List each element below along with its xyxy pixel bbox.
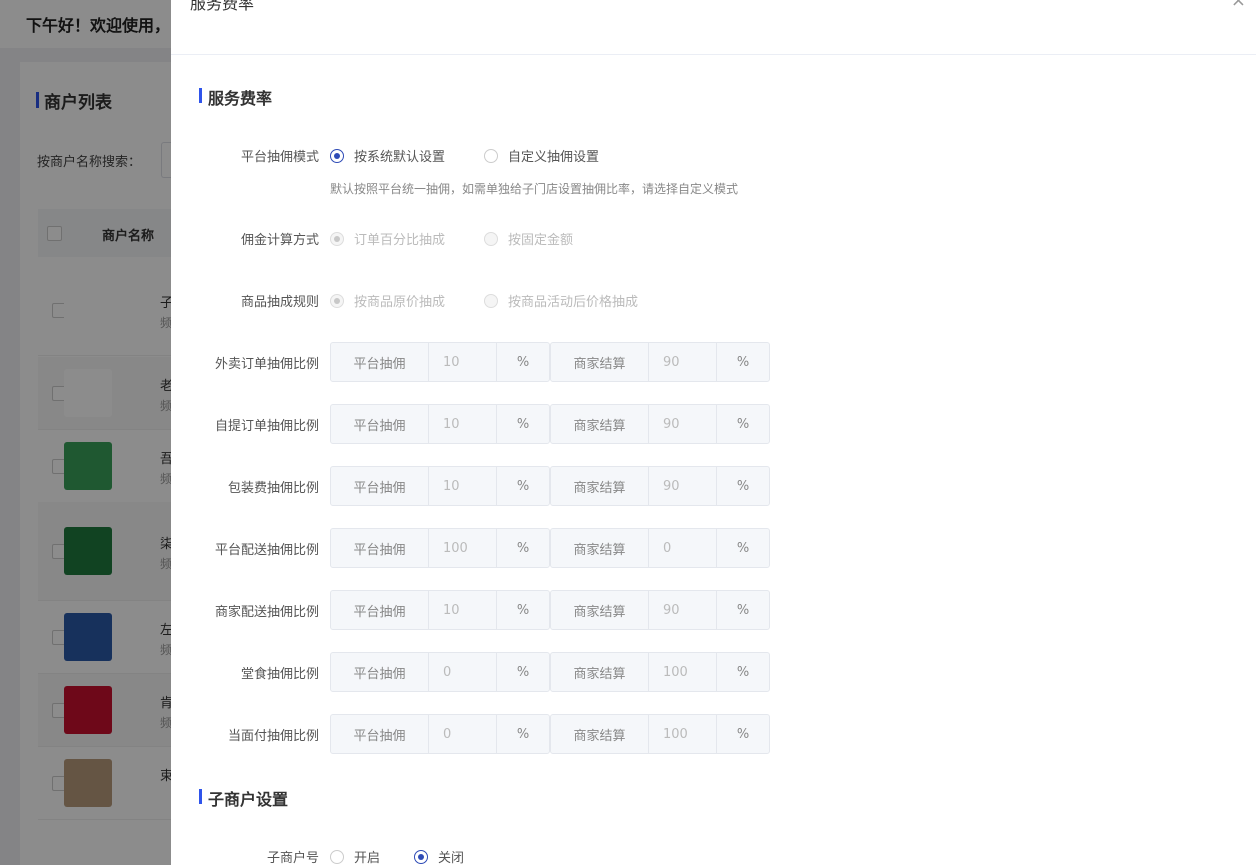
platform-rate-input-group: 平台抽佣 10% bbox=[330, 590, 550, 630]
section-title-service-rate: 服务费率 bbox=[198, 85, 272, 109]
merchant-rate-input[interactable]: 90 bbox=[649, 405, 717, 443]
percent-unit: % bbox=[736, 354, 750, 370]
close-icon[interactable]: × bbox=[1231, 0, 1246, 11]
rate-row-label: 自提订单抽佣比例 bbox=[214, 419, 319, 434]
merchant-label: 商家结算 bbox=[551, 715, 649, 753]
merchant-rate-input-group: 商家结算 100% bbox=[550, 714, 770, 754]
percent-unit: % bbox=[516, 540, 530, 556]
merchant-label: 商家结算 bbox=[551, 467, 649, 505]
platform-rate-input-group: 平台抽佣 10% bbox=[330, 404, 550, 444]
merchant-label: 商家结算 bbox=[551, 343, 649, 381]
percent-unit: % bbox=[516, 354, 530, 370]
percent-unit: % bbox=[516, 416, 530, 432]
rate-row-label: 当面付抽佣比例 bbox=[227, 729, 319, 744]
merchant-label: 商家结算 bbox=[551, 529, 649, 567]
merchant-label: 商家结算 bbox=[551, 591, 649, 629]
platform-label: 平台抽佣 bbox=[331, 591, 429, 629]
merchant-label: 商家结算 bbox=[551, 653, 649, 691]
platform-rate-input-group: 平台抽佣 100% bbox=[330, 528, 550, 568]
section-title-submerchant: 子商户设置 bbox=[198, 786, 288, 810]
merchant-rate-input[interactable]: 0 bbox=[649, 529, 717, 567]
platform-rate-input[interactable]: 0 bbox=[429, 653, 497, 691]
percent-unit: % bbox=[736, 540, 750, 556]
percent-unit: % bbox=[516, 726, 530, 742]
merchant-rate-input[interactable]: 100 bbox=[649, 653, 717, 691]
percent-unit: % bbox=[736, 478, 750, 494]
rate-row-label: 包装费抽佣比例 bbox=[227, 481, 319, 496]
submerchant-label: 子商户号 bbox=[266, 851, 319, 865]
radio-dot-icon bbox=[484, 293, 498, 308]
rule-radio-activity: 按商品活动后价格抽成 bbox=[484, 291, 638, 310]
submerchant-radio-on[interactable]: 开启 bbox=[330, 847, 380, 865]
merchant-rate-input-group: 商家结算 90% bbox=[550, 404, 770, 444]
platform-rate-input[interactable]: 0 bbox=[429, 715, 497, 753]
mode-hint: 默认按照平台统一抽佣，如需单独给子门店设置抽佣比率，请选择自定义模式 bbox=[330, 182, 739, 196]
rule-radio-original: 按商品原价抽成 bbox=[330, 291, 445, 310]
merchant-rate-input-group: 商家结算 90% bbox=[550, 342, 770, 382]
radio-dot-icon bbox=[484, 148, 498, 163]
platform-label: 平台抽佣 bbox=[331, 715, 429, 753]
rule-label: 商品抽成规则 bbox=[240, 295, 319, 310]
radio-dot-icon bbox=[414, 849, 428, 864]
platform-rate-input-group: 平台抽佣 0% bbox=[330, 652, 550, 692]
percent-unit: % bbox=[516, 478, 530, 494]
radio-dot-icon bbox=[330, 148, 344, 163]
merchant-rate-input-group: 商家结算 90% bbox=[550, 466, 770, 506]
radio-dot-icon bbox=[330, 231, 344, 246]
mode-radio-custom[interactable]: 自定义抽佣设置 bbox=[484, 146, 599, 165]
service-rate-drawer: 服务费率 × 服务费率 平台抽佣模式 按系统默认设置 自定义抽佣设置 默认按照平… bbox=[171, 0, 1256, 865]
merchant-label: 商家结算 bbox=[551, 405, 649, 443]
rate-row-label: 平台配送抽佣比例 bbox=[214, 543, 319, 558]
percent-unit: % bbox=[736, 602, 750, 618]
mode-label: 平台抽佣模式 bbox=[240, 150, 319, 165]
platform-rate-input[interactable]: 10 bbox=[429, 591, 497, 629]
merchant-rate-input-group: 商家结算 100% bbox=[550, 652, 770, 692]
merchant-rate-input-group: 商家结算 90% bbox=[550, 590, 770, 630]
radio-dot-icon bbox=[484, 231, 498, 246]
drawer-title: 服务费率 bbox=[190, 0, 255, 13]
platform-label: 平台抽佣 bbox=[331, 653, 429, 691]
rate-row-label: 商家配送抽佣比例 bbox=[214, 605, 319, 620]
platform-rate-input[interactable]: 10 bbox=[429, 467, 497, 505]
drawer-header: 服务费率 × bbox=[171, 0, 1256, 55]
rate-row-label: 外卖订单抽佣比例 bbox=[214, 357, 319, 372]
percent-unit: % bbox=[736, 416, 750, 432]
platform-rate-input-group: 平台抽佣 10% bbox=[330, 342, 550, 382]
platform-rate-input[interactable]: 10 bbox=[429, 405, 497, 443]
percent-unit: % bbox=[736, 664, 750, 680]
radio-dot-icon bbox=[330, 849, 344, 864]
merchant-rate-input[interactable]: 90 bbox=[649, 343, 717, 381]
merchant-rate-input[interactable]: 90 bbox=[649, 467, 717, 505]
merchant-rate-input[interactable]: 100 bbox=[649, 715, 717, 753]
platform-rate-input-group: 平台抽佣 10% bbox=[330, 466, 550, 506]
platform-rate-input[interactable]: 100 bbox=[429, 529, 497, 567]
platform-label: 平台抽佣 bbox=[331, 467, 429, 505]
platform-label: 平台抽佣 bbox=[331, 405, 429, 443]
platform-rate-input[interactable]: 10 bbox=[429, 343, 497, 381]
mode-radio-default[interactable]: 按系统默认设置 bbox=[330, 146, 445, 165]
merchant-rate-input[interactable]: 90 bbox=[649, 591, 717, 629]
platform-rate-input-group: 平台抽佣 0% bbox=[330, 714, 550, 754]
calc-label: 佣金计算方式 bbox=[240, 233, 319, 248]
platform-label: 平台抽佣 bbox=[331, 343, 429, 381]
submerchant-radio-off[interactable]: 关闭 bbox=[414, 847, 464, 865]
percent-unit: % bbox=[736, 726, 750, 742]
calc-radio-fixed: 按固定金额 bbox=[484, 229, 573, 248]
percent-unit: % bbox=[516, 664, 530, 680]
platform-label: 平台抽佣 bbox=[331, 529, 429, 567]
radio-dot-icon bbox=[330, 293, 344, 308]
calc-radio-percent: 订单百分比抽成 bbox=[330, 229, 445, 248]
rate-row-label: 堂食抽佣比例 bbox=[240, 667, 319, 682]
merchant-rate-input-group: 商家结算 0% bbox=[550, 528, 770, 568]
percent-unit: % bbox=[516, 602, 530, 618]
